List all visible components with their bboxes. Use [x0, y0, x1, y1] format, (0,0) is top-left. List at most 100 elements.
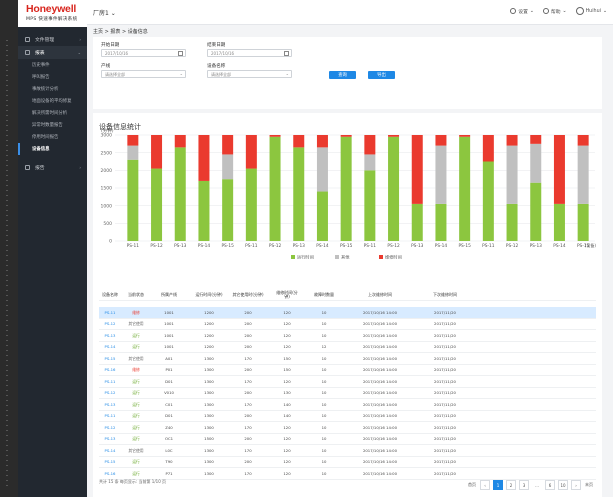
stacked-bar-chart: (分钟)050010001500200025003000PS-11 PS-12 PS… [101, 127, 597, 260]
sidebar-item-label: 文件管理 [35, 38, 55, 43]
table-row[interactable]: PS-12 运行 Z40 1300 170 120 10 2017/10/16 14:00 20… [99, 422, 596, 434]
table-cell: 10 [321, 401, 327, 407]
line-select[interactable]: 请选择全部 ⌄ [101, 70, 186, 78]
table-row[interactable]: PS-13 运行 C01 1300 170 140 10 2017/10/16 14:00 20… [99, 399, 596, 411]
export-button[interactable]: 导出 [368, 71, 395, 79]
sidebar-item-reports[interactable]: 报表 ⌄ [18, 46, 87, 59]
device-link[interactable]: PS-11 [99, 307, 121, 319]
table-row[interactable]: PS-16 运行 P71 1300 170 120 10 2017/10/16 14:00 20… [99, 468, 596, 480]
page-button[interactable]: 2 [506, 480, 516, 490]
bar-segment-0 [435, 203, 447, 241]
end-date-input[interactable]: 2017/10/16 [207, 49, 292, 57]
start-date-input[interactable]: 2017/10/16 [101, 49, 186, 57]
table-cell: 10 [321, 459, 327, 465]
page-button[interactable]: 首页 [467, 480, 477, 490]
device-link[interactable]: PS-13 [99, 399, 121, 411]
x-tick-label: PS-13 [174, 243, 187, 249]
factory-select[interactable]: 厂房1 ⌄ [93, 8, 116, 17]
sidebar-subitem[interactable]: 呼叫报告 [18, 71, 87, 83]
device-link[interactable]: PS-12 [99, 388, 121, 400]
table-cell: 2017/10/16 14:00 [362, 459, 398, 465]
table-cell: 140 [283, 413, 291, 419]
table-row[interactable]: PS-11 维修 1001 1200 200 120 10 2017/10/16 14:00 2… [99, 307, 596, 319]
table-cell: 2017/10/16 14:00 [362, 344, 398, 350]
table-row[interactable]: PS-11 运行 D01 1300 170 120 10 2017/10/16 14:00 20… [99, 376, 596, 388]
table-row[interactable]: PS-12 其它使用 1001 1200 200 120 10 2017/10/16 14:0… [99, 319, 596, 331]
sidebar-item-report[interactable]: 报告 › [18, 161, 87, 174]
logo-text: Honeywell [26, 3, 77, 15]
sidebar-subitem[interactable]: 地面设备的平均修复 [18, 95, 87, 107]
table-cell: T90 [165, 459, 173, 465]
table-row[interactable]: PS-11 运行 D01 1300 200 140 10 2017/10/16 14:00 20… [99, 411, 596, 423]
table-cell: 150 [283, 355, 291, 361]
pagination: 首页 ‹ 1 2 3... 6 10 › 末页 [467, 480, 594, 490]
table-row[interactable]: PS-12 运行 V010 1300 200 130 10 2017/10/16 14:00 2… [99, 388, 596, 400]
chevron-right-icon: › [79, 37, 81, 42]
table-row[interactable]: PS-13 运行 1001 1200 200 120 10 2017/10/16 14:00 2… [99, 330, 596, 342]
bar-segment-0 [530, 182, 542, 241]
page-button[interactable]: 1 [493, 480, 503, 490]
prev-page-button[interactable]: ‹ [480, 480, 490, 490]
device-link[interactable]: PS-13 [99, 434, 121, 446]
bar-segment-0 [577, 203, 589, 241]
sidebar-item-label: 报表 [35, 51, 45, 56]
stats-panel: 设备信息统计 (分钟) 0 500 1000 1500 2000 2500 3000 PS-11… [93, 113, 602, 497]
query-button[interactable]: 查询 [329, 71, 356, 79]
table-cell: 2017/11/20 [434, 424, 456, 430]
device-link[interactable]: PS-15 [99, 457, 121, 469]
table-row[interactable]: PS-16 维修 P01 1300 200 150 10 2017/10/16 14:00 20… [99, 365, 596, 377]
device-link[interactable]: PS-12 [99, 422, 121, 434]
table-row[interactable]: PS-13 运行 OC1 1500 200 120 10 2017/10/16 14:00 20… [99, 434, 596, 446]
table-cell: 200 [244, 413, 252, 419]
table-row[interactable]: PS-14 运行 1001 1200 200 120 12 2017/10/16 14:00 2… [99, 342, 596, 354]
table-row[interactable]: PS-14 其它使用 L0C 1300 170 120 10 2017/10/16 14:00… [99, 445, 596, 457]
table-cell: 2017/11/20 [434, 367, 456, 373]
page-button[interactable]: 10 [558, 480, 568, 490]
bar-segment-2 [174, 135, 186, 148]
sidebar-subitem[interactable]: 解决所需时间分析 [18, 107, 87, 119]
table-cell: 170 [244, 447, 252, 453]
sidebar-item-files[interactable]: 文件管理 › [18, 33, 87, 46]
device-link[interactable]: PS-15 [99, 353, 121, 365]
device-link[interactable]: PS-14 [99, 445, 121, 457]
page-button[interactable]: 3 [519, 480, 529, 490]
user-menu[interactable]: Huihui ⌄ [575, 7, 607, 15]
device-link[interactable]: PS-11 [99, 411, 121, 423]
page-button[interactable]: 末页 [584, 480, 594, 490]
x-tick-label: PS-14 [553, 243, 566, 249]
filter-panel: 开始日期 2017/10/16 结束日期 2017/10/16 产线 请选择全部… [93, 37, 602, 109]
sidebar-subitem[interactable]: 停用时间报告 [18, 131, 87, 143]
device-link[interactable]: PS-14 [99, 342, 121, 354]
table-cell: 10 [321, 424, 327, 430]
table-cell: 120 [283, 309, 291, 315]
sidebar-subitem[interactable]: 异常时数量报告 [18, 119, 87, 131]
table-row[interactable]: PS-15 其它使用 A01 1300 170 150 10 2017/10/16 14:00… [99, 353, 596, 365]
sidebar-subitem[interactable]: 历史事件 [18, 59, 87, 71]
bar-segment-2 [435, 135, 447, 146]
sidebar-subitem[interactable]: 事故统计分析 [18, 83, 87, 95]
device-link[interactable]: PS-12 [99, 319, 121, 331]
device-link[interactable]: PS-11 [99, 376, 121, 388]
legend-label: 其他 [341, 253, 350, 260]
table-cell: 1300 [204, 470, 214, 476]
sidebar-subitem[interactable]: 设备信息 [18, 143, 87, 155]
x-tick-label: PS-12 [269, 243, 282, 249]
table-cell: 2017/10/16 14:00 [362, 390, 398, 396]
help-icon [542, 8, 549, 14]
device-select[interactable]: 请选择全部 ⌄ [207, 70, 292, 78]
status-badge: 运行 [132, 344, 140, 350]
page-button[interactable]: ... [532, 480, 542, 490]
settings-menu[interactable]: 设置 ⌄ [510, 8, 534, 15]
help-menu[interactable]: 帮助 ⌄ [542, 8, 567, 15]
page-button[interactable]: 6 [545, 480, 555, 490]
device-link[interactable]: PS-16 [99, 468, 121, 480]
table-row[interactable]: PS-15 运行 T90 1300 200 120 10 2017/10/16 14:00 20… [99, 457, 596, 469]
column-header: 设备名称 [102, 291, 118, 297]
brand-subtitle: MPS 快速事件解决系统 [26, 17, 78, 22]
table-cell: D01 [165, 413, 173, 419]
table-cell: 2017/11/20 [434, 436, 456, 442]
next-page-button[interactable]: › [571, 480, 581, 490]
device-link[interactable]: PS-13 [99, 330, 121, 342]
bar-segment-2 [553, 135, 565, 204]
device-link[interactable]: PS-16 [99, 365, 121, 377]
